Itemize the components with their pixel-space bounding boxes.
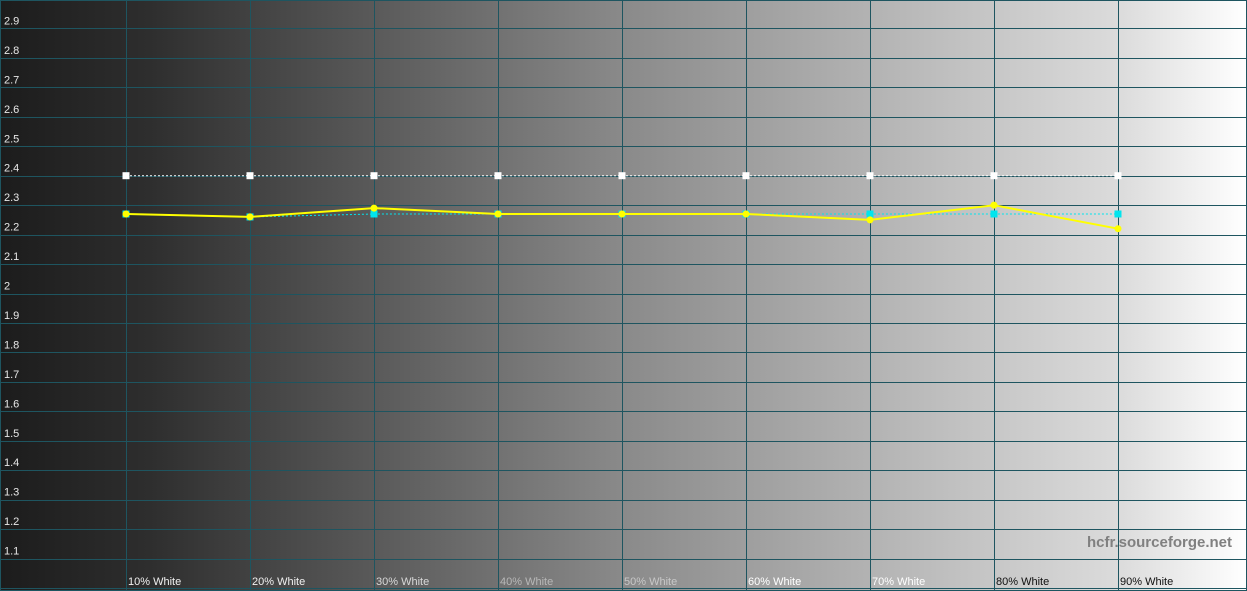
series-point: [618, 172, 626, 180]
series-point: [1114, 225, 1122, 233]
y-tick-label: 2.9: [4, 15, 19, 27]
y-tick-label: 2.7: [4, 74, 19, 86]
series-point: [1114, 172, 1122, 180]
gamma-chart: 1.1 1.2 1.3 1.4 1.5 1.6 1.7 1.8 1.9 2 2.1 2.2 2.3 2.4…: [0, 0, 1247, 591]
series-point: [370, 172, 378, 180]
series-point: [1114, 210, 1122, 218]
x-tick-label: 20% White: [252, 576, 305, 588]
series-point: [742, 172, 750, 180]
x-tick-label: 50% White: [624, 576, 677, 588]
y-tick-label: 2.5: [4, 133, 19, 145]
y-tick-label: 1.5: [4, 428, 19, 440]
series-point: [618, 210, 626, 218]
series-point: [370, 204, 378, 212]
x-tick-label: 30% White: [376, 576, 429, 588]
y-tick-label: 2.1: [4, 251, 19, 263]
gamma-chart-svg: 1.1 1.2 1.3 1.4 1.5 1.6 1.7 1.8 1.9 2 2.1 2.2 2.3 2.4…: [0, 0, 1247, 591]
x-tick-label: 90% White: [1120, 576, 1173, 588]
series-point: [990, 201, 998, 209]
y-tick-label: 1.3: [4, 487, 19, 499]
watermark: hcfr.sourceforge.net: [1087, 534, 1232, 551]
x-tick-label: 10% White: [128, 576, 181, 588]
y-tick-label: 2: [4, 281, 10, 293]
y-tick-label: 1.4: [4, 457, 19, 469]
y-tick-label: 2.8: [4, 45, 19, 57]
y-tick-label: 2.6: [4, 104, 19, 116]
y-tick-label: 1.9: [4, 310, 19, 322]
series-point: [866, 172, 874, 180]
x-tick-label: 70% White: [872, 576, 925, 588]
series-point: [866, 216, 874, 224]
series-point: [246, 172, 254, 180]
y-tick-label: 1.8: [4, 339, 19, 351]
x-tick-labels: 10% White 20% White 30% White 40% White 50% …: [128, 576, 1173, 588]
y-tick-label: 1.7: [4, 369, 19, 381]
series-point: [246, 213, 254, 221]
series-point: [122, 210, 130, 218]
y-tick-label: 2.2: [4, 222, 19, 234]
x-tick-label: 40% White: [500, 576, 553, 588]
series-point: [122, 172, 130, 180]
series-point: [990, 210, 998, 218]
series-point: [990, 172, 998, 180]
y-tick-label: 1.1: [4, 546, 19, 558]
x-tick-label: 60% White: [748, 576, 801, 588]
y-tick-label: 1.6: [4, 398, 19, 410]
chart-background: [0, 0, 1247, 591]
x-tick-label: 80% White: [996, 576, 1049, 588]
series-point: [494, 172, 502, 180]
series-point: [494, 210, 502, 218]
series-point: [742, 210, 750, 218]
y-tick-label: 2.4: [4, 163, 19, 175]
y-tick-label: 2.3: [4, 192, 19, 204]
y-tick-label: 1.2: [4, 516, 19, 528]
